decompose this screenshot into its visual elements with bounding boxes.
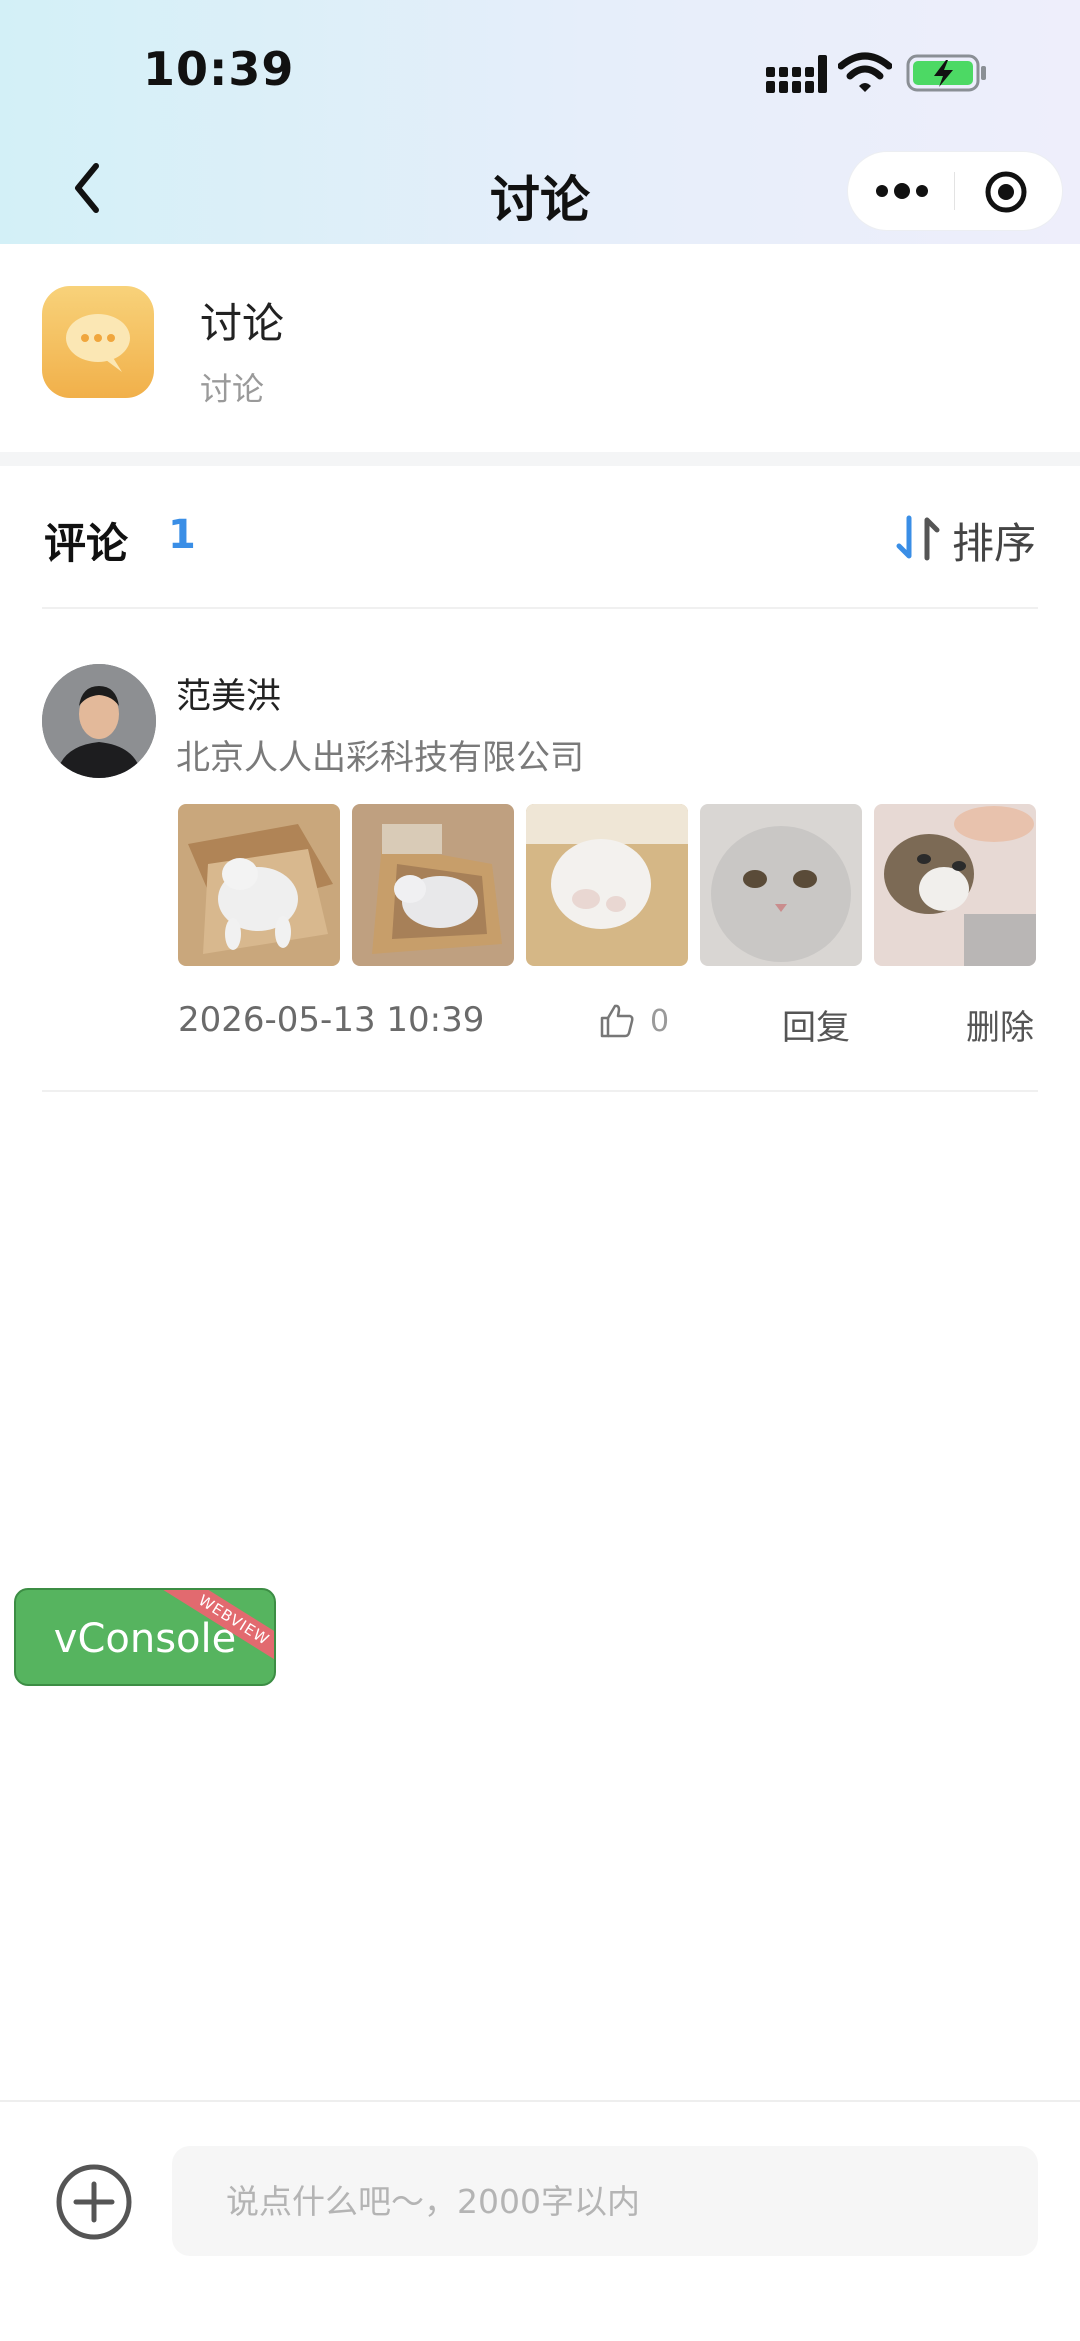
signal-icon	[766, 55, 827, 93]
comment-company: 北京人人出彩科技有限公司	[176, 738, 584, 778]
cat-photo[interactable]	[352, 804, 514, 966]
cat-photo[interactable]	[526, 804, 688, 966]
comment-user-name: 范美洪	[176, 677, 282, 717]
wifi-icon	[838, 52, 892, 92]
sort-icon[interactable]	[896, 514, 940, 562]
comments-label: 评论	[44, 519, 129, 568]
add-icon[interactable]	[54, 2162, 134, 2242]
top-bar: 10:39 讨论	[0, 0, 1080, 244]
cat-photo[interactable]	[700, 804, 862, 966]
cat-photo[interactable]	[874, 804, 1036, 966]
vconsole-button[interactable]: vConsole WEBVIEW	[14, 1588, 276, 1686]
delete-button[interactable]: 删除	[966, 1000, 1034, 1049]
like-count: 0	[650, 1004, 670, 1039]
section-gap	[0, 452, 1080, 466]
comment-timestamp: 2026-05-13 10:39	[178, 1000, 485, 1040]
divider	[42, 607, 1038, 609]
target-icon[interactable]	[984, 170, 1028, 214]
avatar-image	[42, 664, 156, 778]
reply-button[interactable]: 回复	[782, 1000, 850, 1049]
chat-bubble-icon	[66, 314, 130, 372]
capsule-divider	[954, 172, 955, 210]
cat-photo[interactable]	[178, 804, 340, 966]
battery-icon	[906, 54, 986, 92]
avatar[interactable]	[42, 664, 156, 778]
sort-button[interactable]: 排序	[952, 510, 1036, 571]
comments-count: 1	[168, 512, 196, 558]
app-icon	[42, 286, 154, 398]
input-bar-divider	[0, 2100, 1080, 2102]
divider	[42, 1090, 1038, 1092]
discussion-subtitle: 讨论	[200, 370, 265, 408]
mini-program-capsule	[848, 152, 1062, 230]
status-time: 10:39	[143, 42, 295, 96]
comment-input[interactable]	[172, 2146, 1038, 2256]
like-icon[interactable]	[598, 1002, 636, 1040]
comment-photos	[178, 804, 1038, 966]
more-icon[interactable]	[874, 174, 930, 208]
discussion-title: 讨论	[200, 299, 285, 348]
